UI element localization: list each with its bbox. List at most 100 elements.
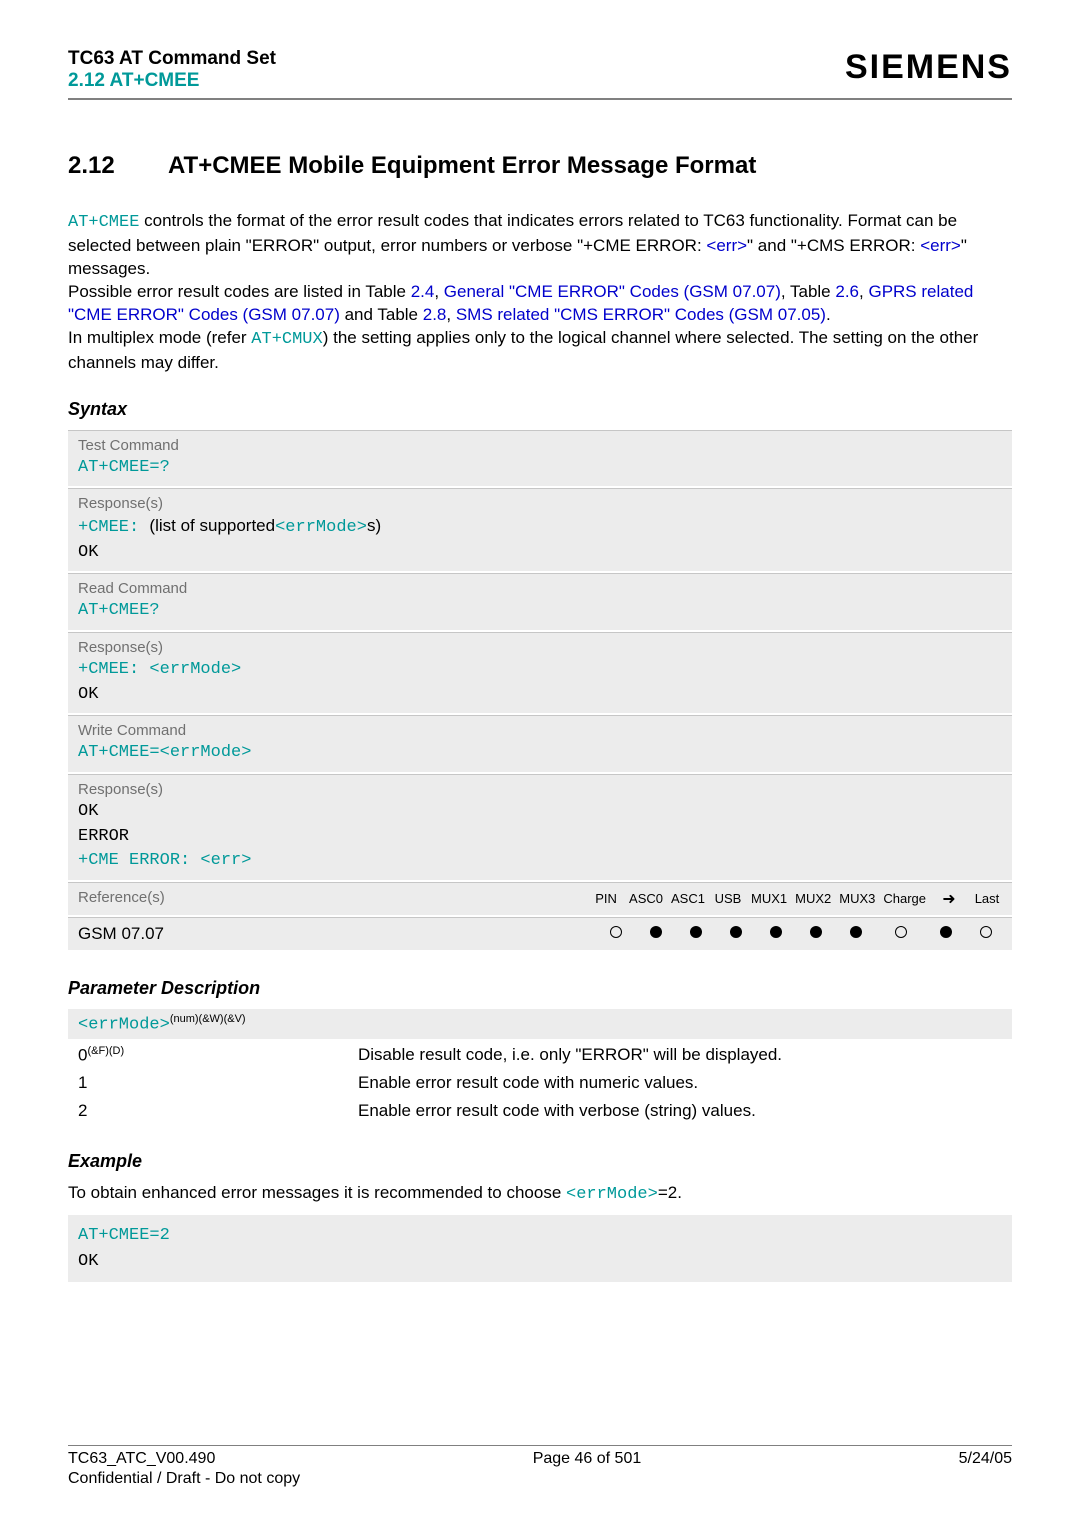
col-mux1: MUX1 (751, 891, 787, 906)
response-label-3: Response(s) (78, 781, 1002, 798)
reference-value-block: GSM 07.07 (68, 917, 1012, 950)
errmode-link-1[interactable]: <errMode> (275, 518, 367, 537)
doc-subtitle: 2.12 AT+CMEE (68, 70, 276, 92)
test-resp-pre: +CMEE: (78, 518, 149, 537)
write-response-block: Response(s) OK ERROR +CME ERROR: <err> (68, 774, 1012, 880)
indicator-dot-row (600, 926, 1002, 941)
circle-empty-icon (895, 926, 907, 938)
circle-filled-icon (940, 926, 952, 938)
circle-filled-icon (770, 926, 782, 938)
header-left: TC63 AT Command Set 2.12 AT+CMEE (68, 48, 276, 92)
example-heading: Example (68, 1151, 1012, 1172)
section-number: 2.12 (68, 152, 168, 180)
intro-para-2: Possible error result codes are listed i… (68, 281, 1012, 327)
reference-label: Reference(s) (78, 889, 165, 906)
param-row-1: 1 Enable error result code with numeric … (78, 1069, 1012, 1097)
p3a: In multiplex mode (refer (68, 328, 251, 347)
param-val-1: Enable error result code with numeric va… (358, 1073, 698, 1093)
dot-asc1 (680, 926, 712, 941)
param-row-2: 2 Enable error result code with verbose … (78, 1097, 1012, 1125)
errmode-link-3[interactable]: <errMode> (160, 743, 252, 762)
table-link-26[interactable]: 2.6 (835, 282, 859, 301)
test-response-line: +CMEE: (list of supported<errMode>s) (78, 514, 1002, 541)
header-rule (68, 98, 1012, 100)
circle-filled-icon (650, 926, 662, 938)
link-cms-sms[interactable]: SMS related "CMS ERROR" Codes (GSM 07.05… (456, 305, 826, 324)
response-label-1: Response(s) (78, 495, 1002, 512)
param-key-2: 2 (78, 1101, 358, 1121)
read-command-block: Read Command AT+CMEE? (68, 573, 1012, 630)
read-response-block: Response(s) +CMEE: <errMode> OK (68, 632, 1012, 713)
link-cme-general[interactable]: General "CME ERROR" Codes (GSM 07.07) (444, 282, 781, 301)
cme-error-line: +CME ERROR: <err> (78, 849, 1002, 874)
col-last: Last (972, 891, 1002, 906)
dot-arrow (930, 926, 962, 941)
footer-center: Page 46 of 501 (533, 1450, 642, 1468)
ex-b: =2. (658, 1183, 682, 1202)
errmode-link-4[interactable]: <errMode> (566, 1185, 658, 1204)
reference-value: GSM 07.07 (78, 924, 164, 944)
dot-last (970, 926, 1002, 941)
param-band: <errMode>(num)(&W)(&V) (68, 1009, 1012, 1039)
table-link-28[interactable]: 2.8 (423, 305, 447, 324)
page-footer: TC63_ATC_V00.490 Page 46 of 501 5/24/05 … (68, 1445, 1012, 1488)
cme-err-link[interactable]: <err> (200, 851, 251, 870)
param-row-0: 0(&F)(D) Disable result code, i.e. only … (78, 1041, 1012, 1070)
write-command-label: Write Command (78, 722, 1002, 739)
table-link-24[interactable]: 2.4 (411, 282, 435, 301)
param-sup: (num)(&W)(&V) (170, 1013, 246, 1025)
example-code-block: AT+CMEE=2 OK (68, 1215, 1012, 1282)
col-pin: PIN (591, 891, 621, 906)
ok-2: OK (78, 683, 1002, 708)
circle-filled-icon (810, 926, 822, 938)
test-command: AT+CMEE=? (78, 456, 1002, 481)
test-response-block: Response(s) +CMEE: (list of supported<er… (68, 488, 1012, 571)
write-cmd-pre: AT+CMEE= (78, 743, 160, 762)
brand-logo: SIEMENS (845, 48, 1012, 87)
col-charge: Charge (883, 891, 926, 906)
read-resp-pre: +CMEE: (78, 660, 149, 679)
footer-left: TC63_ATC_V00.490 (68, 1450, 215, 1468)
cmd-name: AT+CMEE (68, 213, 139, 232)
param-var[interactable]: <errMode> (78, 1016, 170, 1035)
circle-empty-icon (610, 926, 622, 938)
circle-filled-icon (850, 926, 862, 938)
param-key-1: 1 (78, 1073, 358, 1093)
col-mux2: MUX2 (795, 891, 831, 906)
err-link-1[interactable]: <err> (706, 236, 747, 255)
p2a: Possible error result codes are listed i… (68, 282, 411, 301)
param-val-2: Enable error result code with verbose (s… (358, 1101, 756, 1121)
write-command-block: Write Command AT+CMEE=<errMode> (68, 715, 1012, 772)
c6: . (826, 305, 831, 324)
intro-para-3: In multiplex mode (refer AT+CMUX) the se… (68, 327, 1012, 375)
c1: , (434, 282, 443, 301)
err-link-2[interactable]: <err> (920, 236, 961, 255)
c5: , (446, 305, 455, 324)
read-command: AT+CMEE? (78, 599, 1002, 624)
col-arrow-icon: ➜ (934, 889, 964, 909)
dot-mux3 (840, 926, 872, 941)
page-header: TC63 AT Command Set 2.12 AT+CMEE SIEMENS (68, 48, 1012, 92)
footer-confidential: Confidential / Draft - Do not copy (68, 1470, 1012, 1488)
section-heading: 2.12AT+CMEE Mobile Equipment Error Messa… (68, 152, 1012, 180)
test-resp-mid: (list of supported (149, 516, 275, 535)
col-asc1: ASC1 (671, 891, 705, 906)
test-command-label: Test Command (78, 437, 1002, 454)
param-key-0: 0(&F)(D) (78, 1045, 358, 1066)
circle-filled-icon (730, 926, 742, 938)
footer-rule (68, 1445, 1012, 1446)
cmux-link[interactable]: AT+CMUX (251, 330, 322, 349)
error-line: ERROR (78, 825, 1002, 850)
response-label-2: Response(s) (78, 639, 1002, 656)
dot-asc0 (640, 926, 672, 941)
params-heading: Parameter Description (68, 978, 1012, 999)
example-text: To obtain enhanced error messages it is … (68, 1182, 1012, 1207)
dot-pin (600, 926, 632, 941)
param-k0-sup: (&F)(D) (87, 1045, 124, 1057)
section-title-text: AT+CMEE Mobile Equipment Error Message F… (168, 152, 756, 179)
reference-header-block: Reference(s) PIN ASC0 ASC1 USB MUX1 MUX2… (68, 882, 1012, 915)
param-table: 0(&F)(D) Disable result code, i.e. only … (78, 1041, 1012, 1126)
c4: and Table (340, 305, 423, 324)
errmode-link-2[interactable]: <errMode> (149, 660, 241, 679)
test-command-label-block: Test Command AT+CMEE=? (68, 430, 1012, 487)
